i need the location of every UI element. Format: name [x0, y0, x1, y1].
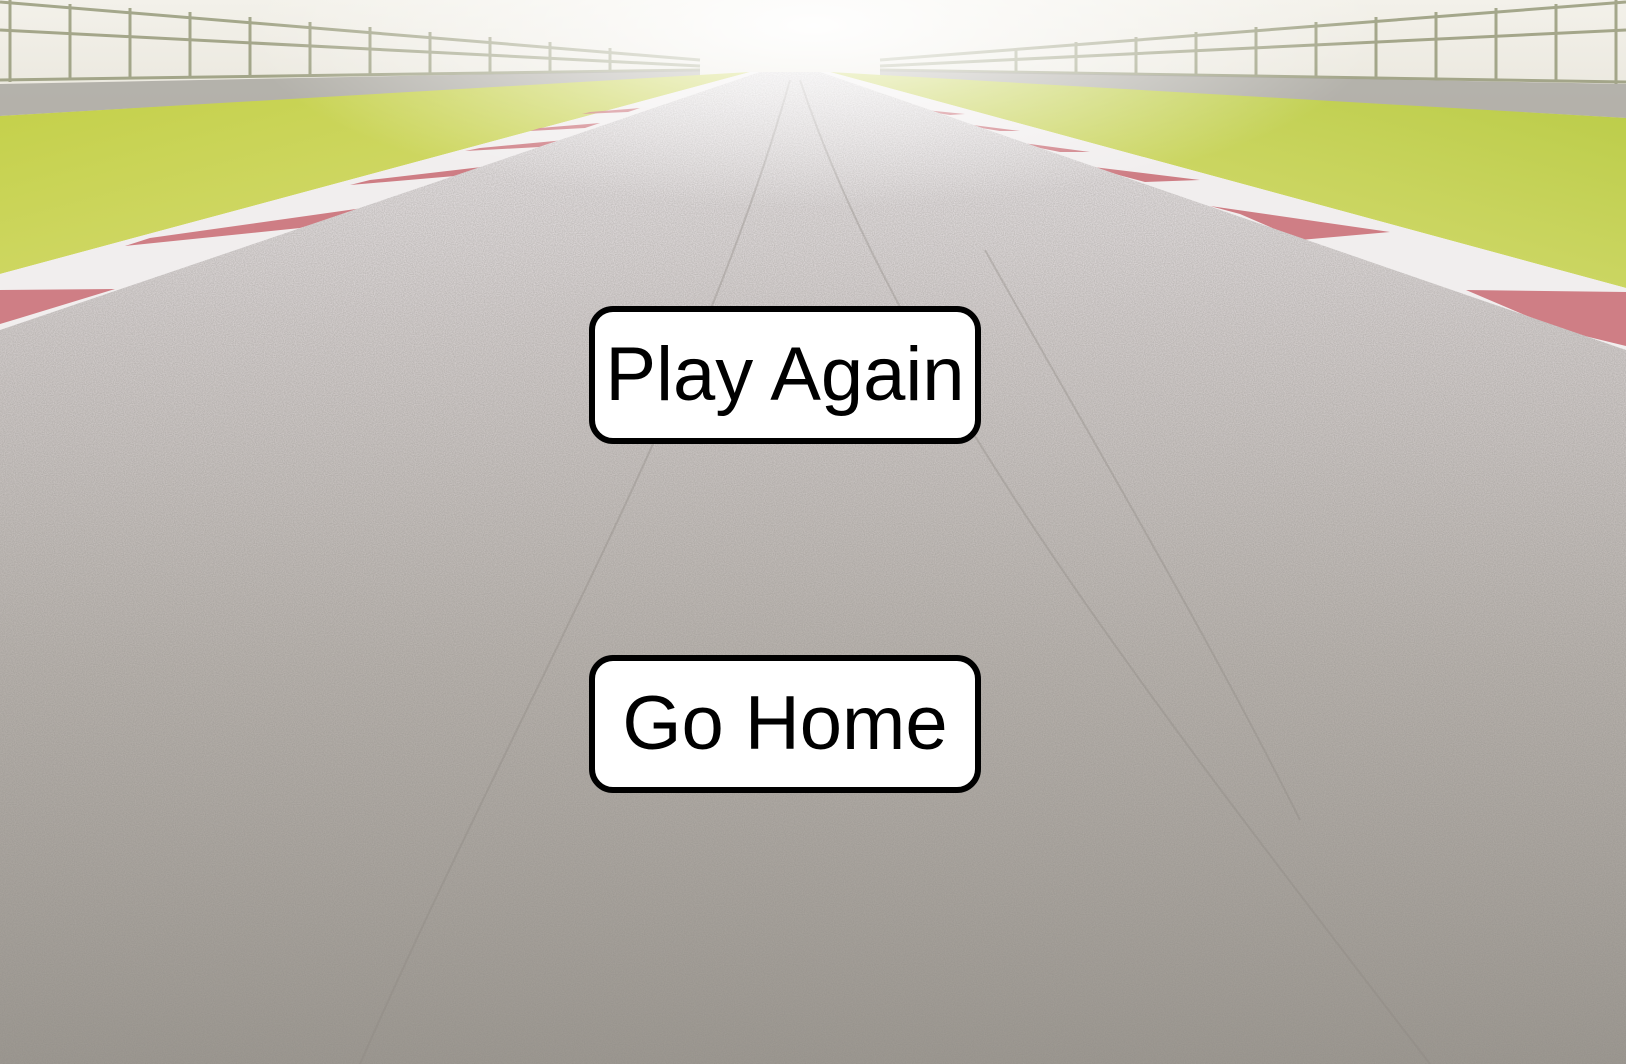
game-over-screen: Play Again Go Home: [0, 0, 1626, 1064]
go-home-button[interactable]: Go Home: [589, 655, 981, 793]
play-again-button[interactable]: Play Again: [589, 306, 981, 444]
race-track-background: [0, 0, 1626, 1064]
